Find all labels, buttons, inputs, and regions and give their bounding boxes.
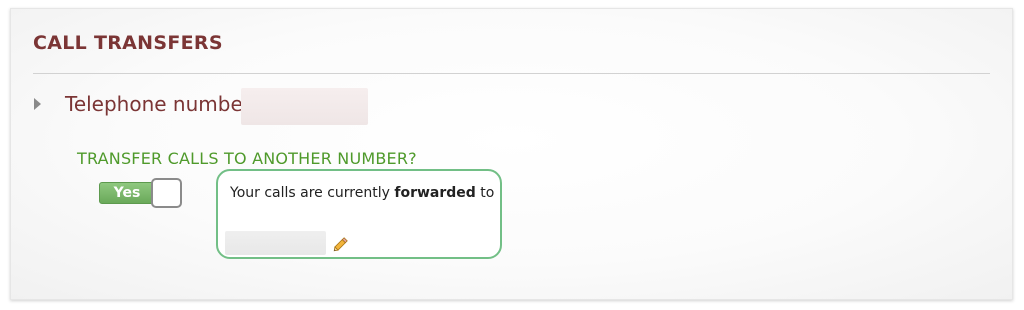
transfer-calls-question: TRANSFER CALLS TO ANOTHER NUMBER? [77,149,417,168]
section-title: CALL TRANSFERS [33,32,223,54]
pencil-icon[interactable] [332,235,350,253]
forwarding-text-emphasis: forwarded [394,185,476,201]
forwarding-status-text: Your calls are currently forwarded to [230,185,494,201]
call-transfers-panel: CALL TRANSFERS Telephone number: TRANSFE… [10,8,1013,300]
forwarding-text-after: to [475,185,495,201]
telephone-number-label: Telephone number: [65,92,258,116]
triangle-right-icon[interactable] [34,98,41,110]
telephone-number-value [241,88,368,125]
forwarded-number-value [225,231,326,255]
forwarding-text-before: Your calls are currently [230,185,395,201]
forwarding-status-box: Your calls are currently forwarded to [216,169,502,259]
toggle-knob[interactable] [151,178,182,208]
toggle-label: Yes [113,185,141,201]
transfer-calls-toggle[interactable]: Yes [99,178,183,208]
divider [33,73,990,74]
